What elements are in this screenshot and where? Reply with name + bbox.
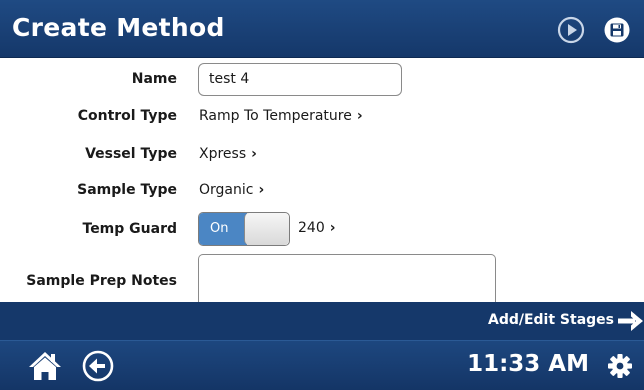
header-bar: Create Method [0,0,644,58]
name-row: Name test 4 [0,60,644,100]
temp-guard-value-text: 240 [298,220,325,236]
vessel-type-text: Xpress [199,146,247,162]
sample-prep-notes-field[interactable] [198,254,496,302]
save-icon[interactable] [603,16,631,44]
control-type-row[interactable]: Control Type Ramp To Temperature › [0,106,644,128]
add-edit-stages-label: Add/Edit Stages [487,312,614,328]
stage-bar: Add/Edit Stages [0,302,644,340]
chevron-right-icon: › [329,220,336,236]
play-icon[interactable] [557,16,585,44]
name-label: Name [131,71,177,87]
temp-guard-label: Temp Guard [82,221,178,237]
control-type-value[interactable]: Ramp To Temperature › [199,108,363,124]
name-field[interactable]: test 4 [198,63,402,96]
control-type-text: Ramp To Temperature [199,108,352,124]
vessel-type-row[interactable]: Vessel Type Xpress › [0,144,644,166]
toggle-on-label: On [199,213,247,245]
chevron-right-icon: › [356,108,363,124]
chevron-right-icon: › [258,182,265,198]
back-icon[interactable] [82,350,114,382]
toggle-knob[interactable] [244,213,289,245]
arrow-right-icon [618,311,643,331]
sample-type-value[interactable]: Organic › [199,182,264,198]
page-title: Create Method [12,13,225,42]
sample-type-label: Sample Type [77,182,177,198]
vessel-type-label: Vessel Type [85,146,177,162]
sample-prep-notes-row: Sample Prep Notes [0,254,644,302]
control-type-label: Control Type [77,108,177,124]
gear-icon[interactable] [607,353,633,379]
sample-prep-notes-label: Sample Prep Notes [26,273,177,289]
method-form: Name test 4 Control Type Ramp To Tempera… [0,58,644,302]
clock: 11:33 AM [467,351,589,377]
add-edit-stages-button[interactable]: Add/Edit Stages [444,302,644,340]
temp-guard-row: Temp Guard On 240 › [0,212,644,248]
vessel-type-value[interactable]: Xpress › [199,146,257,162]
home-icon[interactable] [28,349,62,383]
temp-guard-value[interactable]: 240 › [298,220,336,236]
temp-guard-toggle[interactable]: On [198,212,290,246]
sample-type-row[interactable]: Sample Type Organic › [0,180,644,202]
chevron-right-icon: › [251,146,257,162]
footer-bar: 11:33 AM [0,340,644,390]
sample-type-text: Organic [199,182,254,198]
